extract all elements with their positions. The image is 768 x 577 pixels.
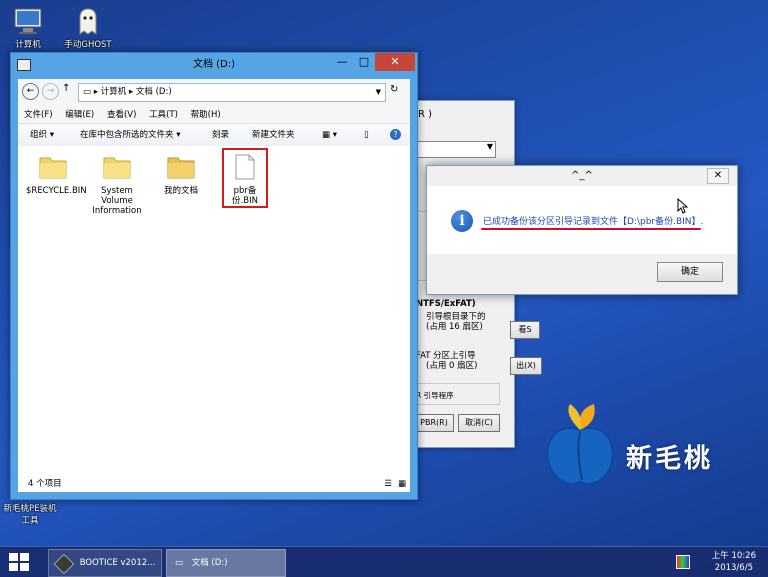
organize-button[interactable]: 组织 ▾ (30, 124, 54, 146)
command-bar: 组织 ▾ 在库中包含所选的文件夹 ▾ 刻录 新建文件夹 ▦ ▾ ▯ ? (18, 123, 410, 147)
chevron-down-icon[interactable]: ▼ (376, 84, 381, 101)
include-in-library-button[interactable]: 在库中包含所选的文件夹 ▾ (80, 124, 180, 146)
dialog-title: ^_^ (427, 166, 737, 186)
dialog-message: 已成功备份该分区引导记录到文件【D:\pbr备份.BIN】. (483, 217, 704, 227)
folder-icon (166, 154, 196, 180)
breadcrumb-drive[interactable]: 文档 (D:) (136, 87, 172, 97)
ghost-icon (72, 6, 104, 36)
folder-icon (38, 154, 68, 180)
network-monitor-icon[interactable] (676, 555, 690, 569)
desktop-icon-label: 新毛桃PE装机工具 (3, 504, 57, 526)
taskbar-item-label: 文档 (D:) (191, 558, 228, 568)
bootice-pbr-button[interactable]: PBR(R) (414, 414, 454, 432)
folder-icon (102, 154, 132, 180)
clock-time: 上午 10:26 (711, 551, 756, 561)
refresh-icon[interactable]: ↻ (390, 84, 398, 95)
close-button[interactable]: ✕ (375, 53, 415, 71)
preview-pane-icon[interactable]: ▯ (364, 124, 369, 146)
forward-button[interactable]: → (42, 83, 59, 100)
bootice-cancel-button[interactable]: 取消(C) (458, 414, 500, 432)
windows-start-icon[interactable] (8, 552, 30, 572)
minimize-button[interactable]: — (331, 53, 353, 71)
file-name: pbr备份.BIN (232, 186, 258, 206)
bootice-exit-button[interactable]: 出(X) (510, 357, 542, 375)
menu-help[interactable]: 帮助(H) (191, 110, 221, 120)
computer-icon (12, 6, 44, 36)
mouse-cursor-icon (677, 197, 689, 217)
help-icon[interactable]: ? (390, 129, 401, 140)
red-underline-annotation (481, 228, 701, 230)
desktop-icon-pe-installer[interactable]: 新毛桃PE装机工具 (0, 502, 60, 526)
logo-text: 新毛桃 (626, 444, 714, 474)
bootice-dropdown[interactable]: ▼ (416, 141, 496, 158)
list-item[interactable]: 我的文档 (154, 150, 208, 196)
explorer-body: ← → ↑ ▭ ▸ 计算机 ▸ 文档 (D:) ▼ ↻ 文件(F) 编辑(E) … (18, 79, 410, 492)
back-button[interactable]: ← (22, 83, 39, 100)
address-bar[interactable]: ▭ ▸ 计算机 ▸ 文档 (D:) ▼ (78, 83, 386, 102)
desktop-icon-computer[interactable]: 计算机 (0, 6, 56, 50)
file-icon (234, 154, 256, 180)
breadcrumb-computer[interactable]: 计算机 (101, 87, 127, 97)
bootice-s-button[interactable]: 看S (510, 321, 540, 339)
bootice-title-fragment: R ) (418, 109, 433, 120)
desktop-icon-label: 手动GHOST (64, 40, 112, 50)
large-icons-view-icon[interactable]: ▦ (398, 476, 406, 492)
ok-button[interactable]: 确定 (657, 262, 723, 282)
desktop-icon-ghost[interactable]: 手动GHOST (60, 6, 116, 50)
dialog-close-button[interactable]: ✕ (707, 168, 729, 184)
taskbar-item-bootice[interactable]: BOOTICE v2012... (48, 549, 162, 577)
burn-button[interactable]: 刻录 (212, 124, 229, 146)
bootice-app-icon (53, 553, 75, 575)
bootice-option-ntfs: NTFS/ExFAT) (416, 299, 476, 309)
file-name: 我的文档 (163, 186, 198, 196)
chevron-down-icon: ▼ (486, 142, 493, 151)
taskbar: BOOTICE v2012... ▭ 文档 (D:) 上午 10:26 2013… (0, 546, 768, 577)
menu-file[interactable]: 文件(F) (24, 110, 53, 120)
details-view-icon[interactable]: ☰ (384, 476, 392, 492)
file-name: System Volume Information (92, 186, 142, 216)
clock-date: 2013/6/5 (714, 563, 753, 573)
taskbar-item-explorer[interactable]: ▭ 文档 (D:) (166, 549, 286, 577)
success-dialog[interactable]: ^_^ ✕ i 已成功备份该分区引导记录到文件【D:\pbr备份.BIN】. 确… (426, 165, 738, 295)
bootice-bootloader-label: R 引导程序 (416, 391, 454, 400)
menu-edit[interactable]: 编辑(E) (65, 110, 94, 120)
bootice-option-text: (占用 16 扇区) (426, 322, 483, 332)
menu-bar: 文件(F) 编辑(E) 查看(V) 工具(T) 帮助(H) (18, 107, 410, 123)
peach-logo-icon (540, 400, 620, 492)
new-folder-button[interactable]: 新建文件夹 (252, 124, 295, 146)
breadcrumb-separator: ▸ (128, 87, 136, 97)
desktop-icon-label: 计算机 (15, 40, 41, 50)
dialog-footer: 确定 (427, 254, 737, 294)
explorer-window[interactable]: 文档 (D:) — □ ✕ ← → ↑ ▭ ▸ 计算机 ▸ 文档 (D:) ▼ … (10, 52, 418, 500)
drive-icon: ▭ (175, 558, 184, 568)
file-list: $RECYCLE.BIN System Volume Information 我… (18, 146, 410, 476)
list-item[interactable]: $RECYCLE.BIN (26, 150, 87, 196)
system-clock[interactable]: 上午 10:26 2013/6/5 (712, 550, 756, 574)
list-item-selected[interactable]: pbr备份.BIN (222, 148, 268, 208)
taskbar-item-label: BOOTICE v2012... (79, 558, 156, 568)
breadcrumb-separator: ▸ (93, 87, 101, 97)
menu-view[interactable]: 查看(V) (107, 110, 136, 120)
menu-tools[interactable]: 工具(T) (149, 110, 178, 120)
drive-icon: ▭ (83, 87, 92, 97)
status-bar: 4 个项目 ☰ ▦ (18, 476, 410, 492)
bootice-option-text: (占用 0 扇区) (426, 361, 478, 371)
maximize-button[interactable]: □ (353, 53, 375, 71)
up-button[interactable]: ↑ (62, 83, 70, 94)
list-item[interactable]: System Volume Information (90, 150, 144, 216)
view-options-icon[interactable]: ▦ ▾ (322, 124, 337, 146)
item-count: 4 个项目 (28, 479, 62, 489)
info-icon: i (451, 210, 473, 232)
file-name: $RECYCLE.BIN (26, 186, 87, 196)
